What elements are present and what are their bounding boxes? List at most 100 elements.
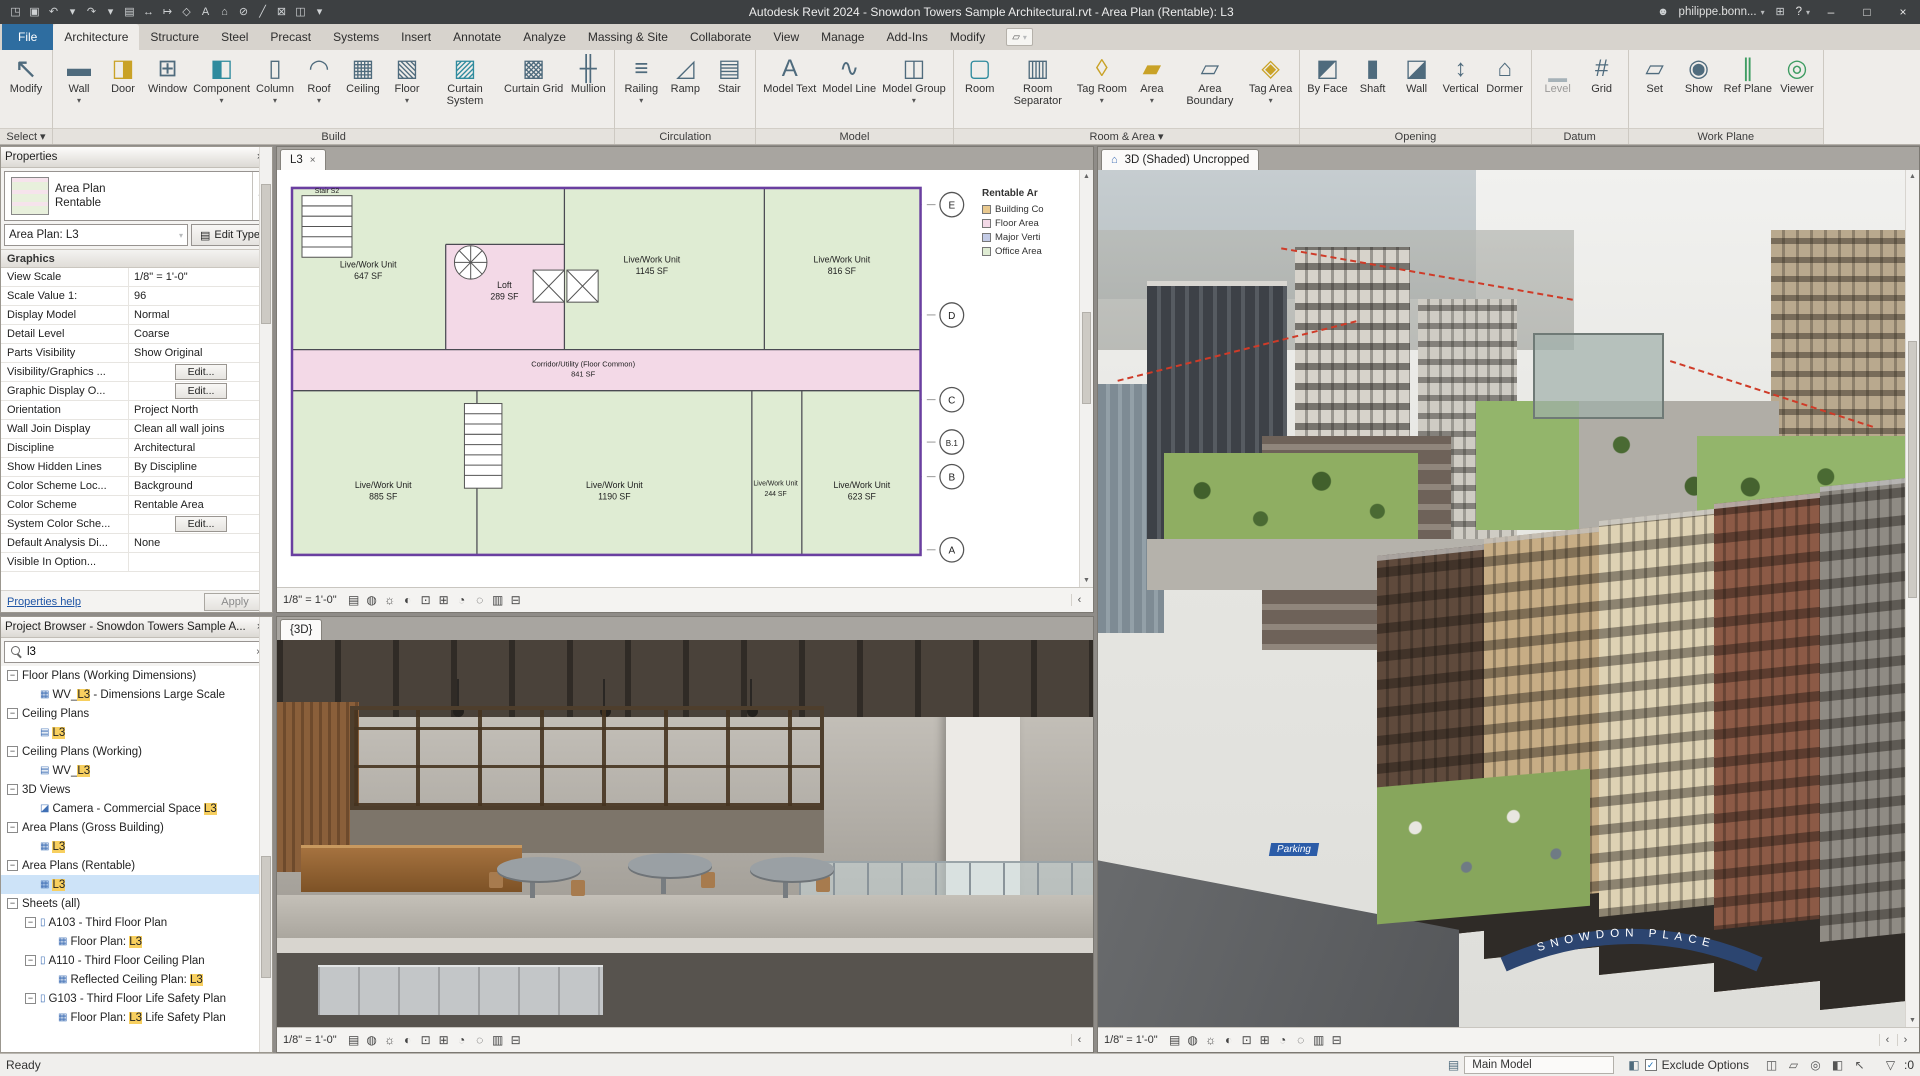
browser-tree-item[interactable]: ▦ Floor Plan: L3 [1, 932, 272, 951]
browser-tree-item[interactable]: ▦ L3 [1, 837, 272, 856]
temporary-view-properties-icon[interactable]: ▥ [489, 1033, 507, 1047]
property-row[interactable]: Wall Join Display Clean all wall joins [1, 420, 272, 439]
viewer-tool[interactable]: ◎ Viewer [1775, 52, 1819, 96]
shadows-icon[interactable]: ◐ [399, 593, 417, 607]
visual-style-icon[interactable]: ◍ [1184, 1033, 1202, 1047]
tab-massing-site[interactable]: Massing & Site [577, 24, 679, 50]
temporary-hide-isolate-icon[interactable]: ◔ [453, 593, 471, 607]
thin-lines-icon[interactable]: ╱ [253, 1, 272, 23]
scroll-left-icon[interactable]: ‹ [1879, 1034, 1895, 1046]
visual-style-icon[interactable]: ◍ [363, 1033, 381, 1047]
switch-windows-icon[interactable]: ◫ [291, 1, 310, 23]
detail-level-icon[interactable]: ▤ [345, 1033, 363, 1047]
scroll-right-icon[interactable]: › [1897, 1034, 1913, 1046]
tab-architecture[interactable]: Architecture [53, 24, 140, 50]
city-vertical-scrollbar[interactable]: ▲ ▼ [1905, 170, 1919, 1027]
ceiling-tool[interactable]: ▦ Ceiling [341, 52, 385, 96]
section-icon[interactable]: ⊘ [234, 1, 253, 23]
tree-expander-icon[interactable]: − [7, 784, 18, 795]
tree-expander-icon[interactable]: − [7, 898, 18, 909]
tab-view[interactable]: View [762, 24, 810, 50]
tab-3d-shaded-uncropped[interactable]: ⌂ 3D (Shaded) Uncropped [1101, 149, 1260, 170]
browser-tree-item[interactable]: ▦ L3 [1, 875, 272, 894]
tab-file[interactable]: File [2, 24, 54, 50]
tab-annotate[interactable]: Annotate [442, 24, 512, 50]
property-row[interactable]: View Scale 1/8" = 1'-0" [1, 268, 272, 287]
room-separator-tool[interactable]: ▥ Room Separator [1002, 52, 1074, 107]
tab-modify[interactable]: Modify [939, 24, 996, 50]
curtain-system-tool[interactable]: ▨ Curtain System [429, 52, 501, 107]
temporary-hide-isolate-icon[interactable]: ◔ [453, 1033, 471, 1047]
graphics-section-header[interactable]: Graphics ∧ [1, 249, 272, 268]
tree-expander-icon[interactable]: − [7, 708, 18, 719]
properties-help-link[interactable]: Properties help [7, 596, 81, 608]
stair-tool[interactable]: ▤ Stair [707, 52, 751, 96]
show-constraints-icon[interactable]: ⊟ [507, 593, 525, 607]
tab-steel[interactable]: Steel [210, 24, 259, 50]
browser-tree-item[interactable]: − ▯ G103 - Third Floor Life Safety Plan [1, 989, 272, 1008]
grid-tool[interactable]: # Grid [1580, 52, 1624, 96]
select-underlay-icon[interactable]: ▱ [1785, 1058, 1802, 1072]
tag-by-category-icon[interactable]: ◇ [177, 1, 196, 23]
tab-precast[interactable]: Precast [259, 24, 322, 50]
room-tool[interactable]: ▢ Room [958, 52, 1002, 96]
browser-tree-item[interactable]: − Ceiling Plans (Working) [1, 742, 272, 761]
tag-room-tool[interactable]: ◊ Tag Room ▾ [1074, 52, 1130, 105]
visual-style-icon[interactable]: ◍ [363, 593, 381, 607]
help-menu[interactable]: ? ▾ [1796, 6, 1810, 18]
tab-addins[interactable]: Add-Ins [875, 24, 938, 50]
window-tool[interactable]: ⊞ Window [145, 52, 190, 96]
area-boundary-tool[interactable]: ▱ Area Boundary [1174, 52, 1246, 107]
show-constraints-icon[interactable]: ⊟ [1328, 1033, 1346, 1047]
edit-type-button[interactable]: ▤ Edit Type [191, 224, 269, 246]
wall-tool[interactable]: ▬ Wall ▾ [57, 52, 101, 105]
app-store-icon[interactable]: ⊞ [1771, 1, 1790, 23]
tree-expander-icon[interactable] [43, 936, 54, 947]
dormer-tool[interactable]: ⌂ Dormer [1483, 52, 1527, 96]
model-group-tool[interactable]: ◫ Model Group ▾ [879, 52, 949, 105]
reveal-hidden-elements-icon[interactable]: ◌ [1292, 1033, 1310, 1047]
interior-3d-view[interactable] [277, 640, 1093, 1027]
crop-view-icon[interactable]: ⊡ [417, 593, 435, 607]
tab-manage[interactable]: Manage [810, 24, 875, 50]
sun-path-icon[interactable]: ☼ [381, 593, 399, 607]
select-pinned-icon[interactable]: ◎ [1807, 1058, 1824, 1072]
tree-expander-icon[interactable]: − [25, 917, 36, 928]
temporary-view-properties-icon[interactable]: ▥ [489, 593, 507, 607]
select-links-icon[interactable]: ◫ [1763, 1058, 1780, 1072]
property-row[interactable]: Scale Value 1: 96 [1, 287, 272, 306]
browser-tree-item[interactable]: − 3D Views [1, 780, 272, 799]
curtain-grid-tool[interactable]: ▩ Curtain Grid [501, 52, 566, 96]
tab-insert[interactable]: Insert [390, 24, 442, 50]
property-row[interactable]: Visible In Option... [1, 553, 272, 572]
measure-icon[interactable]: ↔ [139, 1, 158, 23]
show-constraints-icon[interactable]: ⊟ [507, 1033, 525, 1047]
browser-scrollbar[interactable] [259, 617, 272, 1052]
detail-level-icon[interactable]: ▤ [345, 593, 363, 607]
shaft-tool[interactable]: ▮ Shaft [1351, 52, 1395, 96]
set-work-plane-tool[interactable]: ▱ Set [1633, 52, 1677, 96]
tree-expander-icon[interactable] [25, 879, 36, 890]
floor-plan-canvas[interactable]: Stair S2 Live/Work Unit 647 SF Live/Work … [277, 170, 1093, 587]
aligned-dimension-icon[interactable]: ↦ [158, 1, 177, 23]
property-row[interactable]: Graphic Display O... Edit... [1, 382, 272, 401]
browser-tree-item[interactable]: − Area Plans (Gross Building) [1, 818, 272, 837]
tree-expander-icon[interactable]: − [25, 993, 36, 1004]
wall-opening-tool[interactable]: ◪ Wall [1395, 52, 1439, 96]
door-tool[interactable]: ◨ Door [101, 52, 145, 96]
browser-tree-item[interactable]: − ▯ A103 - Third Floor Plan [1, 913, 272, 932]
floor-tool[interactable]: ▧ Floor ▾ [385, 52, 429, 105]
drag-on-selection-icon[interactable]: ↖ [1851, 1058, 1868, 1072]
temporary-hide-isolate-icon[interactable]: ◔ [1274, 1033, 1292, 1047]
property-row[interactable]: Discipline Architectural [1, 439, 272, 458]
tree-expander-icon[interactable] [43, 974, 54, 985]
tree-expander-icon[interactable]: − [7, 670, 18, 681]
property-row[interactable]: Parts Visibility Show Original [1, 344, 272, 363]
vertical-opening-tool[interactable]: ↕ Vertical [1439, 52, 1483, 96]
apply-button[interactable]: Apply [204, 592, 266, 611]
tree-expander-icon[interactable] [25, 727, 36, 738]
filter-icon[interactable]: ▽ [1882, 1058, 1899, 1072]
select-panel-caption[interactable]: Select ▾ [0, 128, 52, 144]
scroll-left-icon[interactable]: ‹ [1071, 1034, 1087, 1046]
room-area-panel-caption[interactable]: Room & Area ▾ [953, 128, 1300, 144]
